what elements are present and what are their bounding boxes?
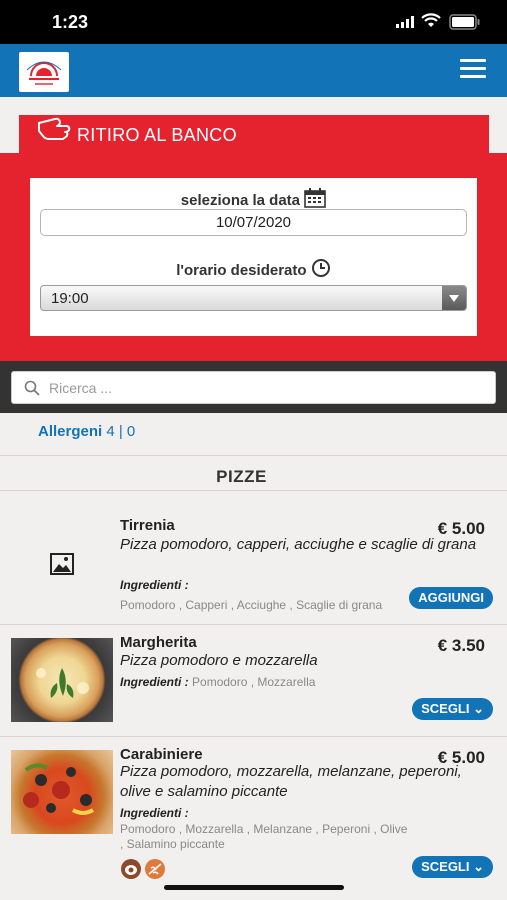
ingredients-list: Pomodoro , Capperi , Acciughe , Scaglie … [120, 598, 383, 612]
time-label: l'orario desiderato [176, 262, 307, 279]
ingredients-list: Pomodoro , Mozzarella , Melanzane , Pepe… [120, 822, 408, 851]
allergens-label: Allergeni [38, 423, 103, 440]
product-name: Margherita [120, 634, 197, 651]
section-title: PIZZE [216, 467, 267, 486]
time-label-row: l'orario desiderato [30, 258, 477, 279]
allergens-count: 4 | 0 [106, 423, 136, 440]
wifi-icon [421, 13, 441, 27]
choose-button[interactable]: SCEGLI ⌄ [412, 698, 493, 720]
ingredients-label: Ingredienti : [120, 806, 189, 820]
time-select[interactable]: 19:00 [40, 285, 467, 311]
choose-button[interactable]: SCEGLI ⌄ [412, 856, 493, 878]
ingredients-list: Pomodoro , Mozzarella [192, 675, 316, 689]
battery-icon [449, 14, 480, 30]
menu-button[interactable] [460, 59, 488, 83]
allergen-icons [120, 858, 168, 885]
allergens-filter[interactable]: Allergeni 4 | 0 [38, 423, 135, 440]
ingredients-label: Ingredienti : [120, 675, 189, 689]
search-bar: Ricerca ... [0, 361, 507, 413]
hand-icon [38, 117, 71, 140]
date-label: seleziona la data [180, 192, 301, 209]
clock-icon [311, 259, 330, 277]
home-indicator [164, 885, 344, 890]
product-item[interactable]: Margherita € 3.50 Pizza pomodoro e mozza… [0, 625, 507, 736]
ingredients-label: Ingredienti : [120, 578, 189, 592]
date-label-row: seleziona la data [30, 188, 477, 209]
status-bar: 1:23 [0, 0, 507, 44]
product-description: Pizza pomodoro e mozzarella [120, 652, 318, 669]
search-placeholder: Ricerca ... [49, 380, 113, 396]
ingredients-row: Ingredienti : Pomodoro , Mozzarella [120, 675, 315, 689]
logo-icon [26, 61, 62, 85]
product-image-carabiniere [11, 750, 113, 834]
product-item[interactable]: Carabiniere € 5.00 Pizza pomodoro, mozza… [0, 737, 507, 900]
product-name: Carabiniere [120, 746, 203, 763]
search-input[interactable]: Ricerca ... [11, 371, 496, 404]
pickup-form-card: seleziona la data 10/07/2020 l'orario de… [30, 178, 477, 336]
pickup-panel: RITIRO AL BANCO seleziona la data 10/07/… [0, 97, 507, 361]
divider [0, 455, 507, 456]
hamburger-icon [460, 59, 486, 62]
status-time: 1:23 [52, 12, 89, 32]
product-description: Pizza pomodoro, mozzarella, melanzane, p… [120, 763, 462, 800]
search-icon [24, 380, 40, 396]
calendar-icon [304, 188, 326, 208]
date-field[interactable]: 10/07/2020 [40, 209, 467, 236]
chevron-down-icon [442, 286, 466, 310]
time-select-value: 19:00 [51, 290, 89, 307]
product-item[interactable]: Tirrenia € 5.00 Pizza pomodoro, capperi,… [0, 491, 507, 624]
image-placeholder-icon [50, 553, 74, 575]
pickup-title: RITIRO AL BANCO [77, 125, 237, 145]
restaurant-logo[interactable] [19, 52, 69, 92]
signal-icon [396, 16, 414, 28]
app-header [0, 44, 507, 97]
add-button[interactable]: AGGIUNGI [409, 587, 493, 609]
allergen-badges-icon [121, 859, 165, 879]
product-description: Pizza pomodoro, capperi, acciughe e scag… [120, 536, 477, 553]
toppings-icon [23, 763, 95, 815]
product-image-margherita [11, 638, 113, 722]
product-name: Tirrenia [120, 517, 175, 534]
basil-icon [36, 668, 89, 698]
